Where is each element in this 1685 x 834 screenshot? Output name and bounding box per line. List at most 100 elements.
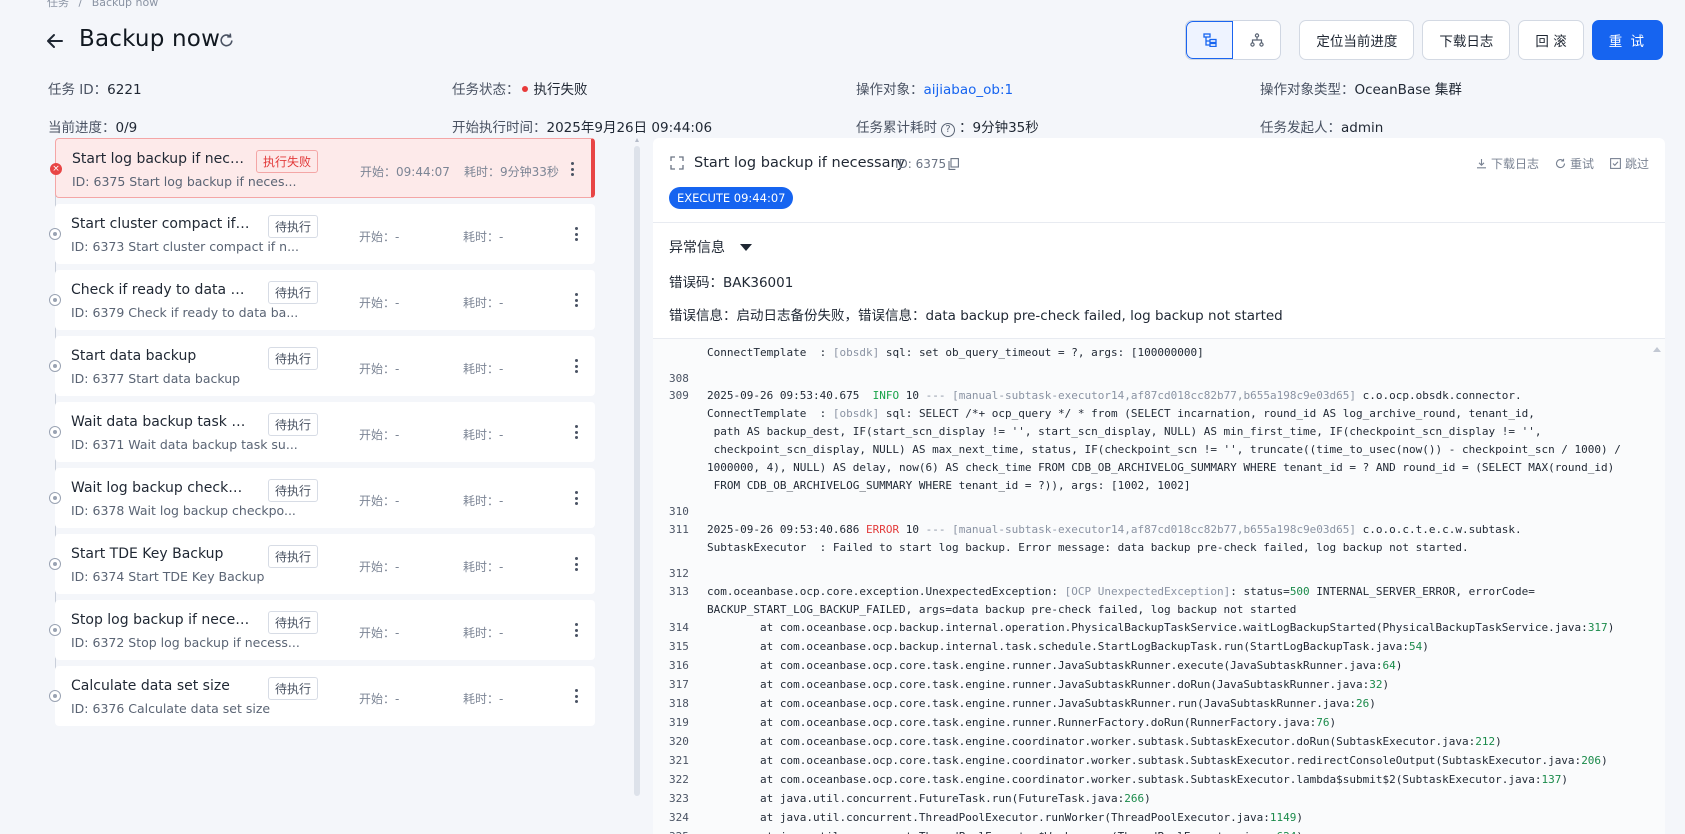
- breadcrumb-tasks[interactable]: 任务: [47, 0, 69, 9]
- subtask-status-badge: 待执行: [268, 479, 319, 502]
- task-status: 任务状态： 执行失败: [452, 78, 588, 98]
- more-icon[interactable]: [569, 422, 583, 442]
- detail-download-log-button[interactable]: 下载日志: [1476, 155, 1539, 172]
- exception-section: 异常信息 错误码：BAK36001 错误信息：启动日志备份失败，错误信息：dat…: [653, 222, 1665, 338]
- more-icon[interactable]: [569, 290, 583, 310]
- target-link[interactable]: aijiabao_ob:1: [924, 82, 1014, 98]
- current-progress: 当前进度：0/9: [48, 116, 137, 136]
- subtask-detail-panel: Start log backup if necessary ID: 6375 下…: [653, 138, 1665, 834]
- subtask-item[interactable]: Check if ready to data ba… 待执行 ID: 6379 Ch…: [49, 270, 595, 330]
- log-line-number: 315: [669, 640, 689, 653]
- more-icon[interactable]: [569, 356, 583, 376]
- log-line-text: ConnectTemplate : [obsdk] sql: SELECT /*…: [707, 407, 1535, 420]
- subtask-list: × Start log backup if necess… 执行失败 ID: 6375…: [49, 138, 595, 732]
- log-line-number: 313: [669, 585, 689, 598]
- target-type: 操作对象类型：OceanBase 集群: [1260, 78, 1462, 98]
- task-status-label: 任务状态：: [452, 82, 520, 98]
- detail-skip-button[interactable]: 跳过: [1610, 155, 1649, 172]
- subtask-name: Stop log backup if necess…: [71, 612, 251, 628]
- rollback-button[interactable]: 回 滚: [1518, 20, 1584, 60]
- subtask-cost: 耗时：9分钟33秒: [464, 165, 559, 179]
- subtask-id: ID: 6375 Start log backup if neces...: [72, 174, 297, 189]
- log-line-number: 311: [669, 523, 689, 536]
- task-status-value: 执行失败: [533, 82, 588, 98]
- arrow-left-icon[interactable]: [44, 30, 66, 52]
- retry-button[interactable]: 重 试: [1591, 20, 1663, 60]
- subtask-start: 开始：-: [359, 494, 400, 508]
- log-line-text: 2025-09-26 09:53:40.675 INFO 10 --- [man…: [707, 389, 1522, 402]
- subtask-name: Start cluster compact if n…: [71, 216, 251, 232]
- log-line-text: at com.oceanbase.ocp.core.task.engine.co…: [707, 754, 1608, 767]
- subtask-id: ID: 6374 Start TDE Key Backup: [71, 569, 265, 584]
- panel-splitter[interactable]: [634, 138, 640, 796]
- subtask-cost: 耗时：-: [463, 428, 504, 442]
- log-line-text: checkpoint_scn_display, NULL) AS max_nex…: [707, 443, 1621, 456]
- graph-view-toggle[interactable]: [1233, 21, 1280, 59]
- log-viewer[interactable]: ConnectTemplate : [obsdk] sql: set ob_qu…: [653, 338, 1665, 834]
- help-icon[interactable]: ?: [941, 123, 955, 137]
- pending-status-icon: [49, 228, 61, 240]
- subtask-name: Start data backup: [71, 348, 197, 364]
- log-line-number: 312: [669, 567, 689, 580]
- log-line-text: at com.oceanbase.ocp.core.task.engine.co…: [707, 773, 1568, 786]
- fullscreen-icon[interactable]: [670, 156, 684, 170]
- subtask-item[interactable]: Calculate data set size 待执行 ID: 6376 Calcu…: [49, 666, 595, 726]
- more-icon[interactable]: [569, 488, 583, 508]
- subtask-start: 开始：-: [359, 230, 400, 244]
- more-icon[interactable]: [569, 224, 583, 244]
- subtask-item[interactable]: Stop log backup if necess… 待执行 ID: 6372 St…: [49, 600, 595, 660]
- log-line-number: 319: [669, 716, 689, 729]
- download-log-button[interactable]: 下载日志: [1422, 20, 1511, 60]
- log-line-text: at com.oceanbase.ocp.backup.internal.ope…: [707, 621, 1615, 634]
- detail-retry-button[interactable]: 重试: [1555, 155, 1594, 172]
- subtask-status-badge: 待执行: [268, 611, 319, 634]
- more-icon[interactable]: [569, 686, 583, 706]
- subtask-start: 开始：-: [359, 428, 400, 442]
- task-id-value: 6221: [107, 82, 142, 98]
- breadcrumb: 任务 / Backup now: [47, 0, 164, 10]
- error-code: 错误码：BAK36001: [669, 271, 793, 291]
- subtask-item[interactable]: × Start log backup if necess… 执行失败 ID: 6375…: [50, 138, 595, 198]
- subtask-item[interactable]: Start data backup 待执行 ID: 6377 Start data …: [49, 336, 595, 396]
- scroll-up-icon[interactable]: [1653, 347, 1661, 352]
- log-line-text: 2025-09-26 09:53:40.686 ERROR 10 --- [ma…: [707, 523, 1522, 536]
- locate-progress-button[interactable]: 定位当前进度: [1299, 20, 1415, 60]
- subtask-cost: 耗时：-: [463, 560, 504, 574]
- subtask-cost: 耗时：-: [463, 362, 504, 376]
- pending-status-icon: [49, 426, 61, 438]
- copy-icon[interactable]: [948, 158, 959, 170]
- subtask-item[interactable]: Wait log backup checkpoint 待执行 ID: 6378 Wa…: [49, 468, 595, 528]
- subtask-item[interactable]: Start TDE Key Backup 待执行 ID: 6374 Start TD…: [49, 534, 595, 594]
- subtask-start: 开始：-: [359, 560, 400, 574]
- detail-download-label: 下载日志: [1490, 157, 1539, 171]
- subtask-item[interactable]: Start cluster compact if n… 待执行 ID: 6373 S…: [49, 204, 595, 264]
- log-line-text: at com.oceanbase.ocp.core.task.engine.ru…: [707, 716, 1337, 729]
- log-line-text: at java.util.concurrent.FutureTask.run(F…: [707, 792, 1151, 805]
- more-icon[interactable]: [569, 620, 583, 640]
- log-line-text: at com.oceanbase.ocp.core.task.engine.co…: [707, 735, 1502, 748]
- log-line-number: 325: [669, 827, 689, 834]
- initiator-label: 任务发起人：: [1260, 120, 1341, 136]
- subtask-status-badge: 执行失败: [256, 150, 319, 173]
- log-line-text: at com.oceanbase.ocp.core.task.engine.ru…: [707, 659, 1403, 672]
- error-code-label: 错误码：: [669, 275, 723, 291]
- detail-actions: 下载日志 重试 跳过: [1476, 155, 1649, 172]
- subtask-start: 开始：-: [359, 296, 400, 310]
- log-line-number: 320: [669, 735, 689, 748]
- list-view-toggle[interactable]: [1186, 21, 1234, 59]
- target-type-label: 操作对象类型：: [1260, 82, 1355, 98]
- more-icon[interactable]: [565, 159, 579, 179]
- execute-badge: EXECUTE 09:44:07: [669, 187, 794, 209]
- subtask-status-badge: 待执行: [268, 347, 319, 370]
- subtask-id: ID: 6373 Start cluster compact if n...: [71, 239, 300, 254]
- subtask-id: ID: 6371 Wait data backup task su...: [71, 437, 298, 452]
- detail-header: Start log backup if necessary ID: 6375 下…: [653, 138, 1665, 220]
- refresh-icon[interactable]: [218, 32, 235, 49]
- caret-down-icon[interactable]: [740, 244, 752, 251]
- log-line-text: at java.util.concurrent.ThreadPoolExecut…: [707, 827, 1303, 834]
- log-line-text: ConnectTemplate : [obsdk] sql: set ob_qu…: [707, 346, 1204, 359]
- subtask-status-badge: 待执行: [268, 545, 319, 568]
- subtask-item[interactable]: Wait data backup task su… 待执行 ID: 6371 Wai…: [49, 402, 595, 462]
- more-icon[interactable]: [569, 554, 583, 574]
- subtask-start: 开始：-: [359, 692, 400, 706]
